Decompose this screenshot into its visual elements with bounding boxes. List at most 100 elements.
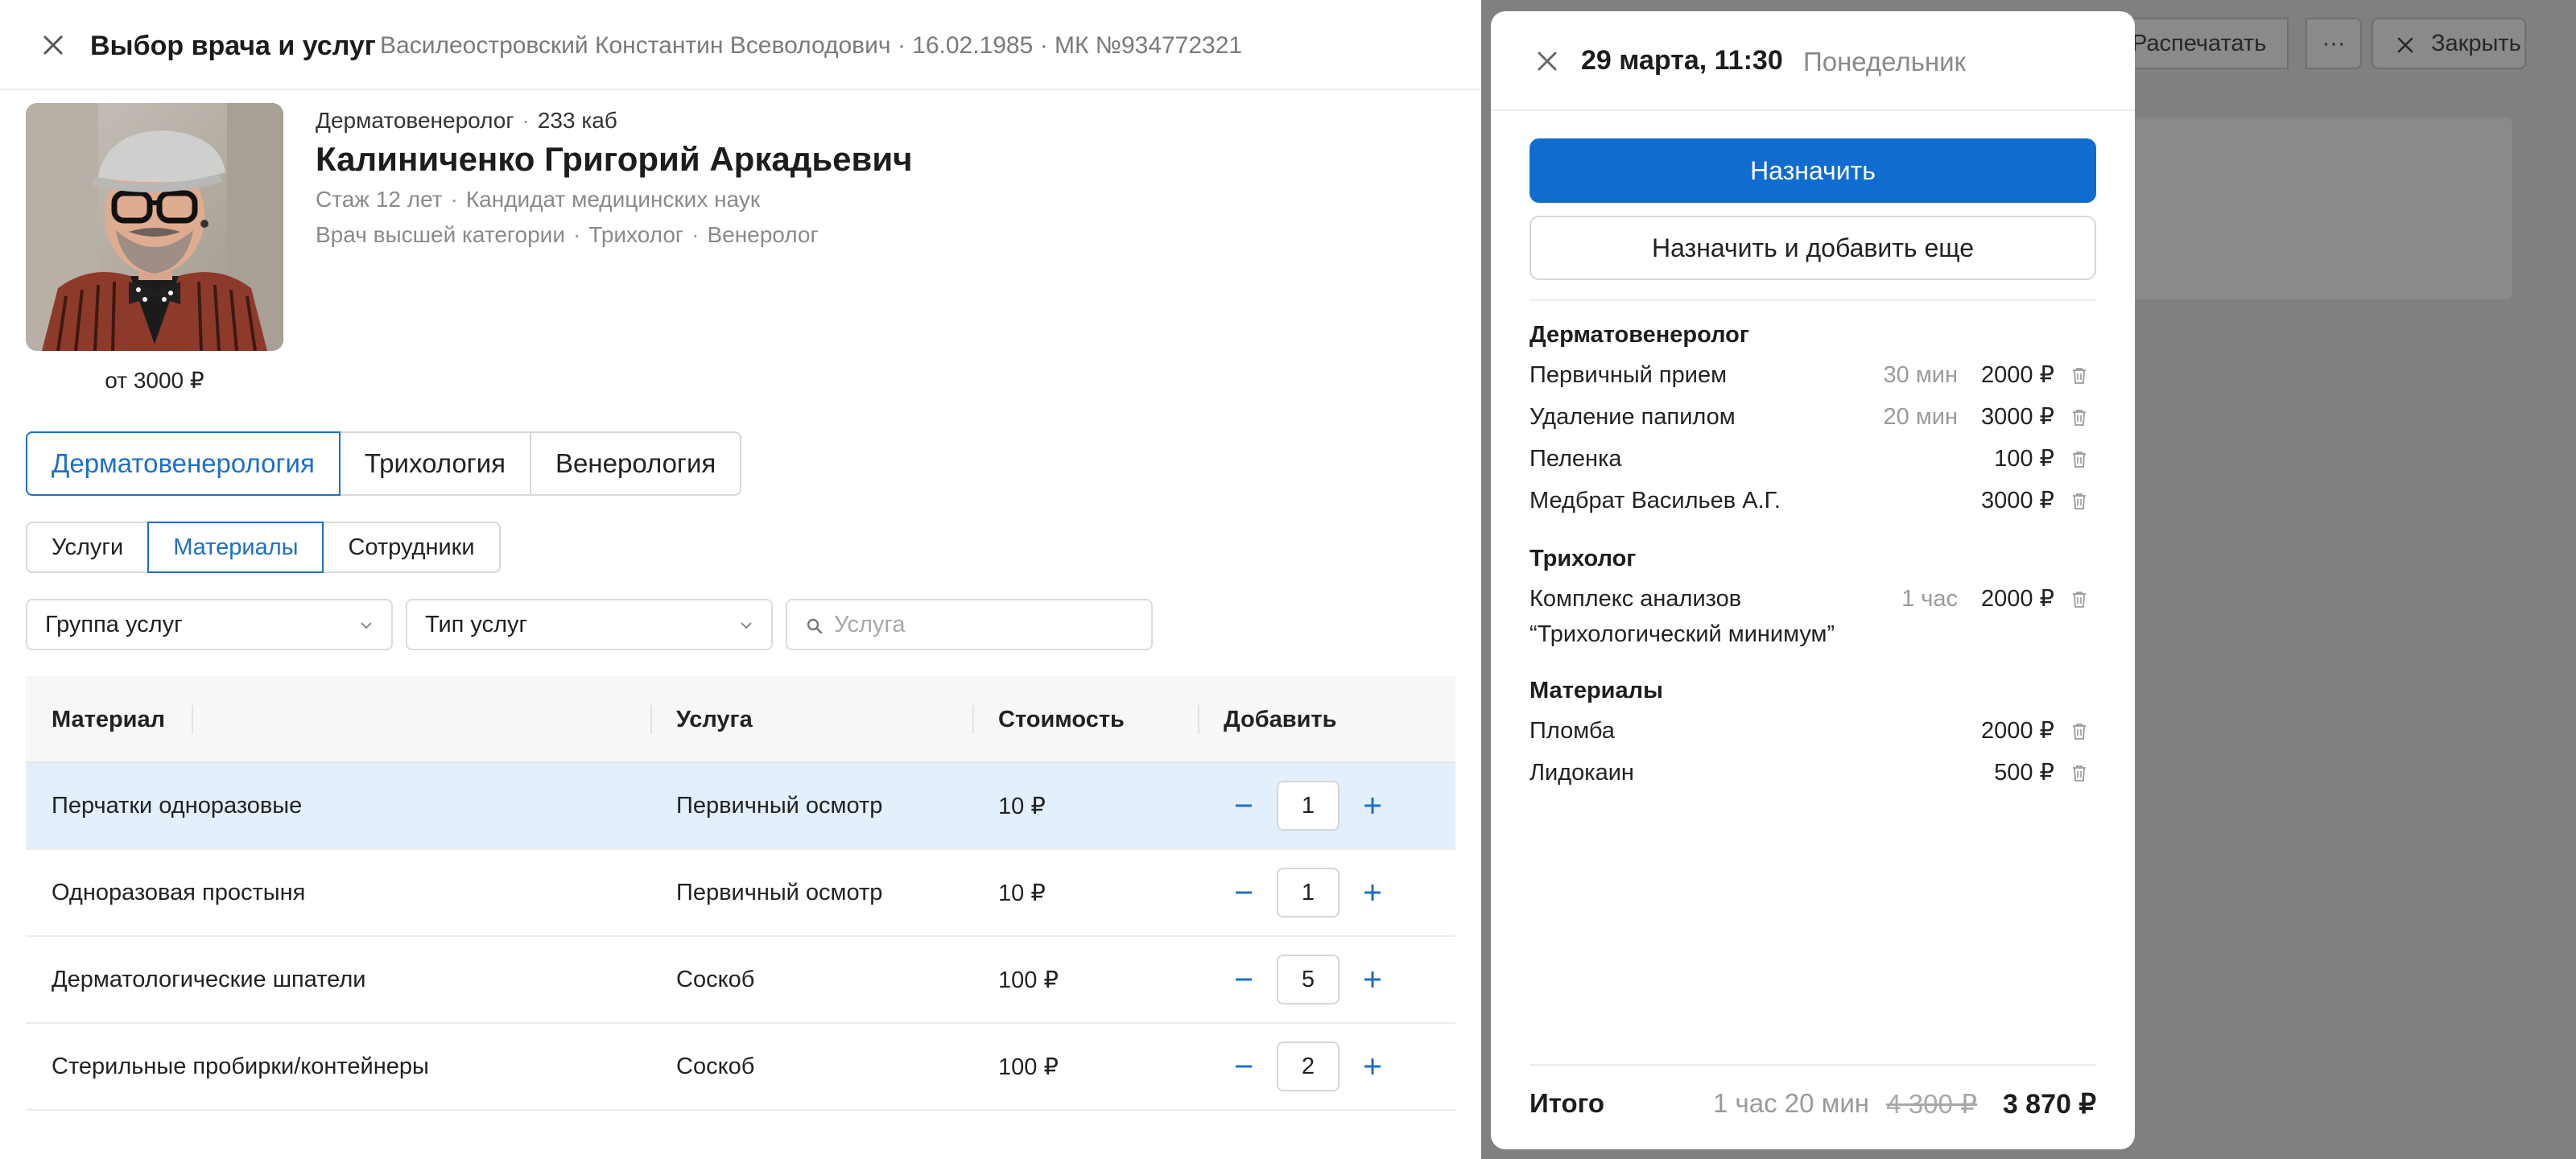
- plus-icon: [1364, 885, 1381, 901]
- tab-trichology[interactable]: Трихология: [338, 431, 532, 496]
- item-name: Лидокаин: [1530, 760, 1634, 786]
- item-price: 2000 ₽: [1980, 362, 2054, 388]
- item-name: Комплекс анализов: [1530, 586, 1742, 612]
- service-name: Соскоб: [676, 1053, 755, 1079]
- quantity-field[interactable]: 5: [1277, 955, 1340, 1004]
- tab-staff[interactable]: Сотрудники: [322, 522, 501, 573]
- increment-button[interactable]: [1352, 781, 1393, 831]
- quantity-stepper: 1: [1224, 781, 1393, 831]
- quantity-stepper: 2: [1224, 1041, 1393, 1091]
- total-price: 3 870 ₽: [2002, 1089, 2096, 1120]
- chevron-down-icon: [361, 622, 372, 629]
- trash-icon[interactable]: [2070, 590, 2088, 609]
- more-button[interactable]: ···: [2306, 18, 2362, 69]
- item-price: 2000 ₽: [1980, 586, 2054, 612]
- doctor-specialty-line: Дерматовенеролог · 233 каб: [316, 108, 617, 134]
- column-divider: [650, 705, 652, 734]
- decrement-button[interactable]: [1224, 955, 1264, 1004]
- quantity-field[interactable]: 2: [1277, 1041, 1340, 1091]
- plus-icon: [1364, 1058, 1381, 1074]
- separator-dot: ·: [450, 187, 458, 212]
- assign-button[interactable]: Назначить: [1530, 138, 2096, 203]
- trash-icon[interactable]: [2070, 492, 2088, 511]
- quantity-field[interactable]: 1: [1277, 781, 1340, 831]
- separator-dot: ·: [572, 222, 581, 247]
- decrement-button[interactable]: [1224, 868, 1264, 918]
- material-name: Одноразовая простыня: [52, 879, 306, 905]
- item-duration: 20 мин: [1883, 404, 1958, 430]
- minus-icon: [1236, 1065, 1252, 1068]
- assign-and-add-button[interactable]: Назначить и добавить еще: [1530, 216, 2096, 280]
- column-divider: [1198, 705, 1199, 734]
- plus-icon: [1364, 971, 1381, 988]
- table-row[interactable]: Стерильные пробирки/контейнеры Соскоб 10…: [26, 1024, 1455, 1111]
- item-name-line2: “Трихологический минимум”: [1530, 621, 1835, 647]
- increment-button[interactable]: [1352, 868, 1393, 918]
- group-title: Трихолог: [1530, 546, 1637, 571]
- service-search-input[interactable]: Услуга: [786, 599, 1153, 650]
- item-name: Удаление папилом: [1530, 404, 1736, 430]
- decrement-button[interactable]: [1224, 1041, 1264, 1091]
- table-row[interactable]: Дерматологические шпатели Соскоб 100 ₽ 5: [26, 937, 1455, 1024]
- patient-info: Василеостровский Константин Всеволодович…: [380, 32, 1243, 59]
- chevron-down-icon: [741, 622, 752, 629]
- close-button[interactable]: Закрыть: [2372, 18, 2526, 69]
- material-price: 100 ₽: [998, 967, 1059, 993]
- doctor-photo: [26, 103, 283, 351]
- tab-services[interactable]: Услуги: [26, 522, 150, 573]
- service-group-label: Группа услуг: [45, 611, 183, 637]
- service-type-select[interactable]: Тип услуг: [406, 599, 773, 650]
- tab-dermatovenereology[interactable]: Дерматовенерология: [26, 431, 341, 496]
- item-price: 2000 ₽: [1980, 718, 2054, 744]
- divider: [1530, 1064, 2096, 1066]
- tab-materials[interactable]: Материалы: [147, 522, 324, 573]
- doctor-tag-venereologist: Венеролог: [707, 222, 819, 247]
- minus-icon: [1236, 978, 1252, 981]
- table-row[interactable]: Перчатки одноразовые Первичный осмотр 10…: [26, 763, 1455, 850]
- tab-venereology[interactable]: Венерология: [530, 431, 742, 496]
- plus-icon: [1364, 798, 1381, 814]
- material-name: Стерильные пробирки/контейнеры: [52, 1053, 429, 1079]
- service-name: Первичный осмотр: [676, 879, 883, 905]
- item-name: Первичный прием: [1530, 362, 1728, 388]
- increment-button[interactable]: [1352, 955, 1393, 1004]
- close-icon[interactable]: [1534, 48, 1560, 74]
- doctor-category: Врач высшей категории: [316, 222, 565, 247]
- close-icon[interactable]: [39, 31, 68, 60]
- increment-button[interactable]: [1352, 1041, 1393, 1091]
- quantity-field[interactable]: 1: [1277, 868, 1340, 918]
- table-header: Материал Услуга Стоимость Добавить: [26, 676, 1455, 763]
- column-header-service: Услуга: [676, 706, 753, 732]
- total-old-price: 4 300 ₽: [1886, 1089, 1977, 1119]
- table-row[interactable]: Одноразовая простыня Первичный осмотр 10…: [26, 850, 1455, 937]
- trash-icon[interactable]: [2070, 366, 2088, 386]
- doctor-name: Калиниченко Григорий Аркадьевич: [316, 140, 913, 178]
- trash-icon[interactable]: [2070, 722, 2088, 741]
- list-item: Пеленка 100 ₽: [1530, 441, 2096, 476]
- item-price: 3000 ₽: [1980, 404, 2054, 430]
- item-duration: 30 мин: [1883, 362, 1958, 388]
- material-price: 10 ₽: [998, 880, 1046, 906]
- trash-icon[interactable]: [2070, 408, 2088, 427]
- divider: [1530, 299, 2096, 301]
- print-button[interactable]: Распечатать: [2109, 18, 2289, 69]
- decrement-button[interactable]: [1224, 781, 1264, 831]
- doctor-tag-trichologist: Трихолог: [588, 222, 684, 247]
- item-name: Пломба: [1530, 718, 1615, 744]
- materials-table: Материал Услуга Стоимость Добавить Перча…: [26, 676, 1455, 1111]
- item-price: 3000 ₽: [1980, 488, 2054, 514]
- search-placeholder: Услуга: [834, 611, 906, 637]
- appointment-weekday: Понедельник: [1803, 47, 1966, 76]
- close-button-label: Закрыть: [2431, 30, 2521, 56]
- specialty-tabs: Дерматовенерология Трихология Венерологи…: [26, 431, 742, 496]
- material-price: 10 ₽: [998, 793, 1046, 819]
- list-item: Комплекс анализов “Трихологический миним…: [1530, 581, 2096, 652]
- page-header: Выбор врача и услуг Василеостровский Кон…: [0, 0, 1481, 90]
- service-name: Соскоб: [676, 966, 755, 992]
- service-group-select[interactable]: Группа услуг: [26, 599, 393, 650]
- trash-icon[interactable]: [2070, 450, 2088, 469]
- item-price: 500 ₽: [1994, 760, 2054, 786]
- trash-icon[interactable]: [2070, 764, 2088, 783]
- separator-dot: ·: [691, 222, 700, 247]
- total-duration: 1 час 20 мин: [1713, 1088, 1869, 1118]
